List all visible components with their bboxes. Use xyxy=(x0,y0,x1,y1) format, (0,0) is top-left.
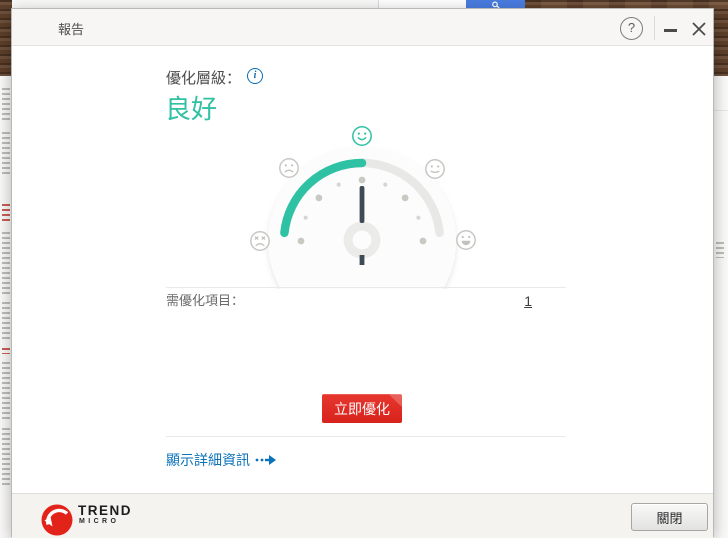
help-icon: ? xyxy=(627,20,636,35)
dialog-footer: TREND MICRO 關閉 xyxy=(12,493,713,538)
items-to-optimize-label: 需優化項目： xyxy=(166,293,245,308)
background-artifact xyxy=(2,362,10,420)
background-artifact xyxy=(716,242,724,258)
close-icon[interactable] xyxy=(691,21,707,37)
mood-okay-icon xyxy=(425,159,445,179)
section-divider xyxy=(166,287,566,288)
titlebar-divider xyxy=(654,16,655,40)
background-artifact xyxy=(2,302,10,342)
report-dialog: 報告 ? 優化層級： i 良好 需優化項目： 1 立即優化 顯示詳細資訊 TRE… xyxy=(11,8,714,538)
optimization-gauge xyxy=(237,117,489,289)
background-artifact xyxy=(2,232,10,294)
background-artifact xyxy=(2,132,10,174)
section-divider xyxy=(166,436,566,437)
close-dialog-button[interactable]: 關閉 xyxy=(631,503,708,531)
desktop-wallpaper xyxy=(714,0,728,76)
show-details-link[interactable]: 顯示詳細資訊 xyxy=(166,450,277,470)
brand-name-micro: MICRO xyxy=(79,518,120,525)
background-artifact xyxy=(2,88,10,120)
window-title: 報告 xyxy=(58,22,85,37)
background-artifact xyxy=(2,428,10,488)
mood-angry-icon xyxy=(250,231,270,251)
help-button[interactable]: ? xyxy=(620,17,643,40)
optimization-level-value: 良好 xyxy=(165,94,218,124)
mood-great-icon xyxy=(456,230,476,250)
background-artifact xyxy=(714,110,728,111)
gauge-needle xyxy=(359,186,365,223)
mood-good-icon-active xyxy=(352,126,372,146)
titlebar[interactable]: 報告 ? xyxy=(12,9,713,46)
optimization-level-label: 優化層級： xyxy=(166,70,242,87)
mood-sad-icon xyxy=(279,158,299,178)
brand-name-trend: TREND xyxy=(78,503,132,518)
minimize-icon[interactable] xyxy=(664,29,677,32)
background-artifact xyxy=(2,348,10,354)
details-arrow-icon xyxy=(255,455,276,465)
info-icon[interactable]: i xyxy=(247,68,263,84)
background-artifact xyxy=(2,204,10,224)
trend-micro-logo-icon xyxy=(41,504,73,536)
optimize-now-button[interactable]: 立即優化 xyxy=(322,394,402,423)
items-to-optimize-count-link[interactable]: 1 xyxy=(506,293,532,309)
gauge-needle-tail xyxy=(359,255,365,265)
